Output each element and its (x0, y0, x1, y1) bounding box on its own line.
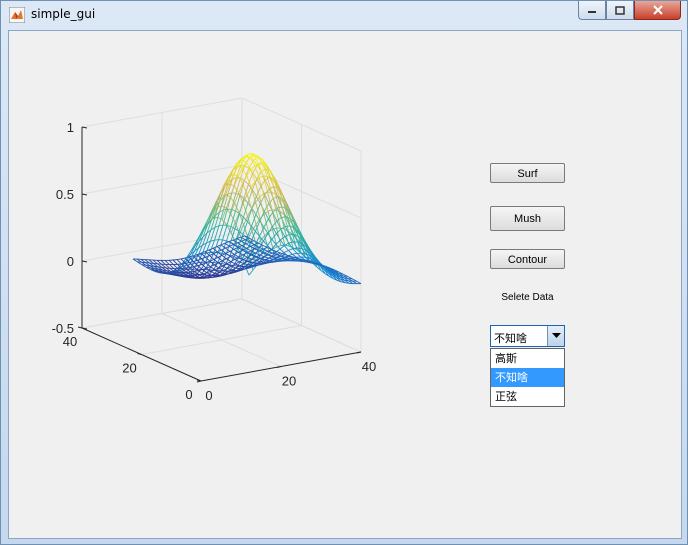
minimize-icon (588, 11, 596, 13)
mesh-line (224, 242, 230, 247)
mush-button[interactable]: Mush (490, 206, 565, 231)
mesh-line (248, 264, 253, 266)
z-tick-label: 0.5 (56, 187, 74, 202)
mesh-line (230, 261, 236, 265)
dropdown-toggle[interactable] (547, 326, 564, 346)
mesh-line (250, 165, 256, 170)
mesh-line (292, 252, 297, 255)
mesh-line (246, 194, 253, 209)
y-tick-label: 0 (185, 387, 192, 402)
mesh-line (258, 175, 264, 179)
figure-area: 0 0 20 20 40 40 1 0.5 0 -0.5 Surf Mush Contour Se… (8, 30, 682, 539)
app-window: simple_gui 0 0 20 20 40 40 1 0.5 0 -0.5 Surf Mush… (0, 0, 688, 545)
mesh-line (242, 221, 248, 235)
mesh-line (297, 247, 302, 249)
z-tick (81, 260, 88, 263)
mesh-line (246, 187, 252, 195)
mesh-plot[interactable]: 002020 404010.50-0.5 (9, 31, 409, 431)
x-tick-label: 20 (282, 374, 296, 389)
mesh-line (260, 261, 266, 263)
mesh-line (263, 218, 269, 228)
option-sine[interactable]: 正弦 (491, 387, 564, 406)
y-tick (137, 353, 142, 355)
mesh-line (273, 196, 278, 199)
mesh-line (264, 256, 269, 259)
mesh-line (228, 272, 233, 275)
mesh-line (294, 260, 300, 262)
data-select-list: 高斯 不知啥 正弦 (490, 348, 565, 407)
data-select-value: 不知啥 (494, 332, 527, 345)
chevron-down-icon (551, 333, 561, 338)
mesh-line (209, 255, 215, 260)
z-tick (81, 193, 88, 196)
mesh-line (222, 225, 228, 241)
mesh-line (285, 225, 290, 227)
maximize-button[interactable] (606, 1, 634, 20)
x-tick-label: 40 (362, 359, 376, 374)
surf-button[interactable]: Surf (490, 163, 565, 183)
y-tick-label: 40 (63, 334, 77, 349)
mesh-line (176, 258, 182, 260)
mesh-line (176, 259, 182, 265)
mesh-line (244, 267, 250, 270)
window-title: simple_gui (31, 7, 96, 21)
mesh-line (248, 266, 254, 268)
close-icon (652, 5, 663, 15)
mesh-line (288, 241, 294, 244)
mesh-line (259, 193, 264, 198)
data-select[interactable]: 不知啥 (490, 325, 565, 347)
matlab-icon (9, 7, 25, 23)
mesh-line (244, 180, 249, 185)
z-tick (81, 126, 88, 129)
mesh-line (172, 259, 178, 265)
mesh-line (248, 269, 254, 276)
mesh-line (284, 234, 290, 237)
mesh-line (227, 271, 233, 273)
x-tick-label: 0 (205, 388, 212, 403)
mesh-line (288, 248, 293, 251)
mesh-line (290, 259, 296, 262)
contour-button[interactable]: Contour (490, 249, 565, 269)
z-tick-label: 0 (67, 254, 74, 269)
mesh-line (240, 164, 245, 167)
mesh-line (164, 260, 170, 265)
mesh-line (247, 172, 254, 185)
mesh-line (218, 224, 224, 240)
close-button[interactable] (634, 1, 681, 20)
grid-line (141, 325, 302, 355)
mesh-line (259, 211, 265, 222)
mesh-line (277, 259, 283, 261)
mesh-line (276, 250, 281, 254)
y-tick (77, 326, 83, 329)
mesh-line (205, 262, 211, 267)
select-data-label: Selete Data (501, 292, 554, 303)
mesh-line (173, 264, 179, 269)
mesh-line (268, 257, 274, 260)
mesh-line (284, 245, 289, 251)
mesh-line (168, 259, 174, 265)
title-bar: simple_gui (1, 1, 687, 29)
mesh-line (259, 254, 265, 258)
mesh-line (277, 206, 282, 209)
mesh-line (222, 239, 227, 242)
mesh-line (180, 257, 186, 260)
y-tick (196, 379, 202, 382)
mesh-line (221, 263, 226, 265)
mesh-line (227, 192, 233, 210)
option-gauss[interactable]: 高斯 (491, 349, 564, 368)
maximize-icon (615, 5, 625, 15)
minimize-button[interactable] (578, 1, 606, 20)
option-unknown[interactable]: 不知啥 (491, 368, 564, 387)
z-tick-label: -0.5 (52, 321, 74, 336)
mesh-line (285, 256, 291, 259)
mesh-line (209, 239, 215, 253)
mesh-line (277, 257, 282, 260)
z-tick-label: 1 (67, 120, 74, 135)
y-tick-label: 20 (122, 361, 136, 376)
